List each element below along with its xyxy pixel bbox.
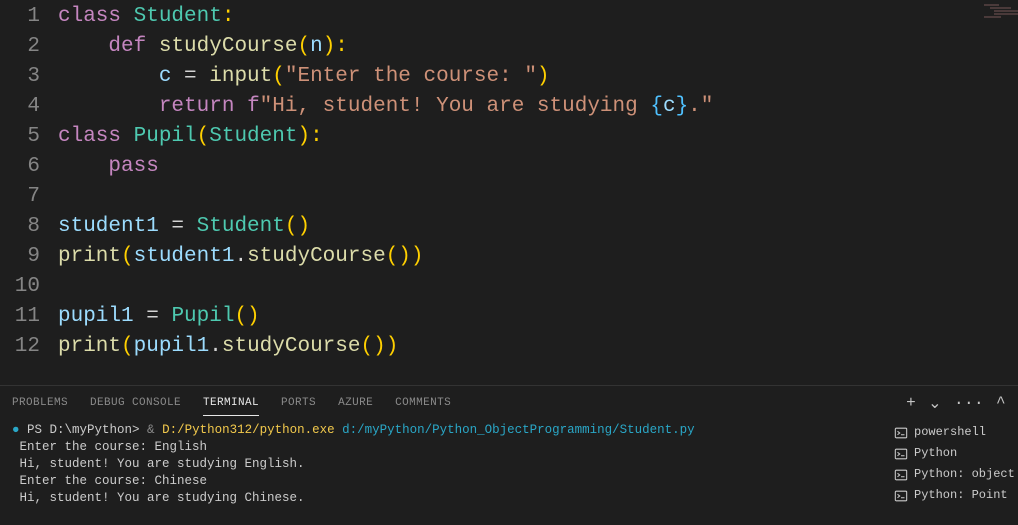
line-number: 3	[0, 62, 40, 92]
terminal-icon	[894, 489, 908, 503]
line-number: 9	[0, 242, 40, 272]
terminal-list-label: Python: object	[914, 465, 1015, 484]
terminal-list-label: Python	[914, 444, 957, 463]
code-line[interactable]: print(student1.studyCourse())	[58, 242, 713, 272]
line-number: 1	[0, 2, 40, 32]
terminal-icon	[894, 447, 908, 461]
line-number: 2	[0, 32, 40, 62]
new-terminal-icon[interactable]: +	[906, 394, 916, 412]
terminal-list-item[interactable]: Python: object	[892, 464, 1010, 485]
code-content[interactable]: class Student: def studyCourse(n): c = i…	[58, 0, 713, 385]
panel-maximize-icon[interactable]: ^	[996, 394, 1006, 412]
code-line[interactable]: pass	[58, 152, 713, 182]
code-line[interactable]: return f"Hi, student! You are studying {…	[58, 92, 713, 122]
code-line[interactable]: c = input("Enter the course: ")	[58, 62, 713, 92]
line-number: 10	[0, 272, 40, 302]
bottom-panel: PROBLEMS DEBUG CONSOLE TERMINAL PORTS AZ…	[0, 385, 1018, 525]
terminal-exe-path: D:/Python312/python.exe	[162, 423, 335, 437]
line-number: 11	[0, 302, 40, 332]
terminal-amp: &	[147, 423, 162, 437]
code-line[interactable]: class Pupil(Student):	[58, 122, 713, 152]
terminal-line: Hi, student! You are studying Chinese.	[12, 491, 305, 505]
panel-tabs: PROBLEMS DEBUG CONSOLE TERMINAL PORTS AZ…	[0, 386, 1018, 420]
terminal-dropdown-icon[interactable]: ⌄	[928, 393, 942, 413]
terminal-list-label: powershell	[914, 423, 986, 442]
terminal-script-path: d:/myPython/Python_ObjectProgramming/Stu…	[335, 423, 695, 437]
code-line[interactable]	[58, 182, 713, 212]
line-number: 7	[0, 182, 40, 212]
minimap[interactable]	[984, 4, 1014, 24]
tab-azure[interactable]: AZURE	[338, 391, 373, 415]
panel-actions: + ⌄ ··· ^	[906, 393, 1006, 413]
code-line[interactable]: print(pupil1.studyCourse())	[58, 332, 713, 362]
prompt-dot-icon: ●	[12, 423, 20, 437]
terminal-line: Hi, student! You are studying English.	[12, 457, 305, 471]
tab-comments[interactable]: COMMENTS	[395, 391, 451, 415]
line-number: 12	[0, 332, 40, 362]
line-number: 6	[0, 152, 40, 182]
tab-problems[interactable]: PROBLEMS	[12, 391, 68, 415]
terminal-list-label: Python: Point	[914, 486, 1008, 505]
terminal-list: powershellPythonPython: objectPython: Po…	[888, 420, 1018, 525]
terminal-list-item[interactable]: Python: Point	[892, 485, 1010, 506]
terminal-line: Enter the course: English	[12, 440, 207, 454]
line-number-gutter: 123456789101112	[0, 0, 58, 385]
terminal-list-item[interactable]: Python	[892, 443, 1010, 464]
code-line[interactable]: pupil1 = Pupil()	[58, 302, 713, 332]
code-editor[interactable]: 123456789101112 class Student: def study…	[0, 0, 1018, 385]
line-number: 4	[0, 92, 40, 122]
code-line[interactable]	[58, 272, 713, 302]
terminal-output[interactable]: ● PS D:\myPython> & D:/Python312/python.…	[0, 420, 888, 525]
line-number: 5	[0, 122, 40, 152]
code-line[interactable]: student1 = Student()	[58, 212, 713, 242]
code-line[interactable]: def studyCourse(n):	[58, 32, 713, 62]
panel-more-icon[interactable]: ···	[954, 394, 984, 412]
tab-debug-console[interactable]: DEBUG CONSOLE	[90, 391, 181, 415]
terminal-icon	[894, 468, 908, 482]
terminal-icon	[894, 426, 908, 440]
tab-terminal[interactable]: TERMINAL	[203, 391, 259, 416]
line-number: 8	[0, 212, 40, 242]
tab-ports[interactable]: PORTS	[281, 391, 316, 415]
terminal-prompt: PS D:\myPython>	[20, 423, 148, 437]
terminal-line: Enter the course: Chinese	[12, 474, 207, 488]
terminal-list-item[interactable]: powershell	[892, 422, 1010, 443]
code-line[interactable]: class Student:	[58, 2, 713, 32]
